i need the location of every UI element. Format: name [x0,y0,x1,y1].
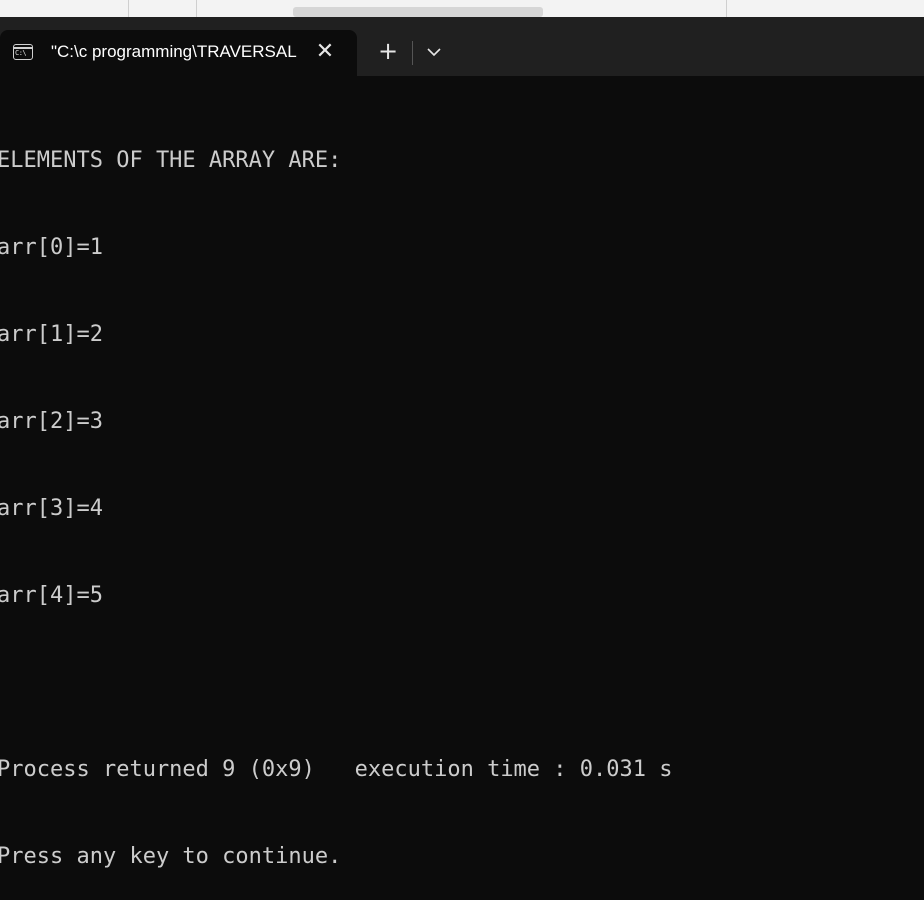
new-tab-button[interactable]: + [372,38,404,66]
console-line: ELEMENTS OF THE ARRAY ARE: [0,148,342,173]
tab-divider [412,41,413,65]
console-line: arr[0]=1 [0,235,103,260]
console-line: arr[3]=4 [0,496,103,521]
background-separator [128,0,129,17]
console-line: arr[2]=3 [0,409,103,434]
console-line: arr[1]=2 [0,322,103,347]
console-line: Process returned 9 (0x9) execution time … [0,757,673,782]
background-separator [726,0,727,17]
console-output[interactable]: ELEMENTS OF THE ARRAY ARE: arr[0]=1 arr[… [0,88,924,869]
close-icon[interactable]: ✕ [311,38,339,66]
chevron-down-icon[interactable] [420,38,448,66]
background-window-edge [0,0,924,18]
console-line: arr[4]=5 [0,583,103,608]
background-separator [196,0,197,17]
terminal-tab[interactable]: C:\ "C:\c programming\TRAVERSAL.exe" ✕ [0,30,357,76]
terminal-icon: C:\ [13,44,33,60]
terminal-tab-bar: C:\ "C:\c programming\TRAVERSAL.exe" ✕ + [0,17,924,76]
console-line: Press any key to continue. [0,844,342,869]
tab-title: "C:\c programming\TRAVERSAL.exe" [51,42,297,61]
background-blurred-text [293,7,543,17]
